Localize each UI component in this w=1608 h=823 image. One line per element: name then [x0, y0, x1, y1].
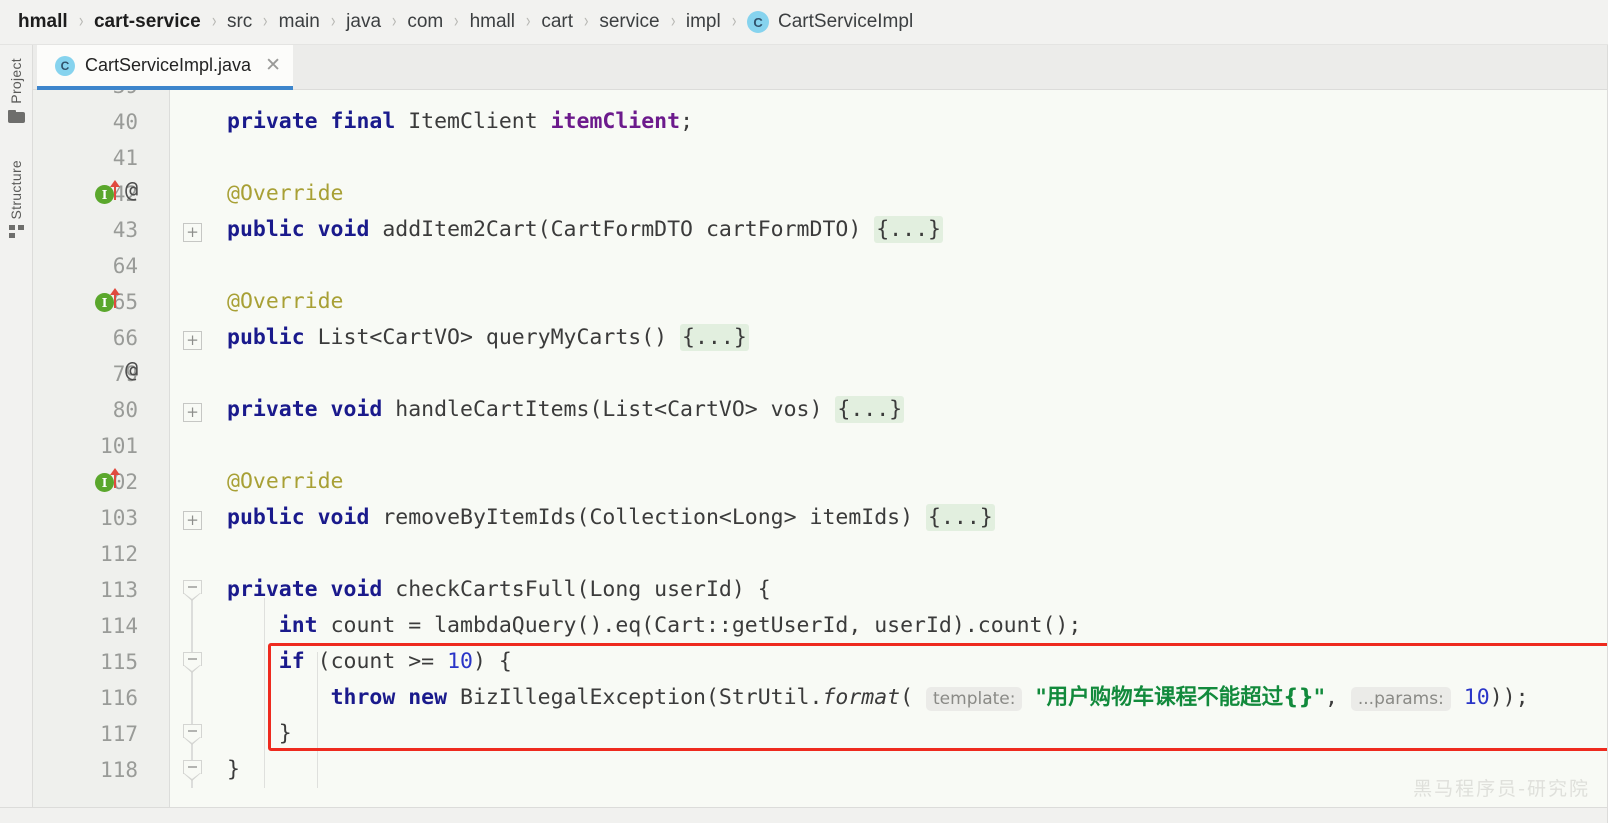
breadcrumb-separator-icon: ›: [263, 11, 268, 32]
line-number: 40: [112, 110, 138, 134]
line-number: 118: [100, 758, 138, 782]
code-text-area[interactable]: private final ItemClient itemClient; @Ov…: [227, 90, 1608, 807]
string-literal: "用户购物车课程不能超过{}": [1035, 685, 1325, 710]
breadcrumb-separator-icon: ›: [211, 11, 217, 32]
line-number: 43: [112, 218, 138, 242]
code-line-43: public void addItem2Cart(CartFormDTO car…: [227, 216, 943, 243]
line-number: 64: [112, 254, 138, 278]
line-number: 42: [112, 182, 138, 206]
line-number: 41: [112, 146, 138, 170]
line-number: 112: [100, 542, 138, 566]
code-line-113: private void checkCartsFull(Long userId)…: [227, 577, 771, 602]
line-number: 117: [100, 722, 138, 746]
breadcrumb-item-hmall-pkg[interactable]: hmall: [470, 0, 515, 45]
folded-code-placeholder[interactable]: {...}: [874, 216, 943, 243]
inlay-hint-template: template:: [926, 687, 1023, 711]
fold-collapse-marker[interactable]: [183, 760, 202, 781]
line-number: 113: [100, 578, 138, 602]
breadcrumb-item-src[interactable]: src: [227, 0, 252, 45]
breadcrumb-item-cart-service[interactable]: cart-service: [94, 0, 201, 45]
status-bar: [0, 807, 1608, 823]
editor-tab-strip: C CartServiceImpl.java ✕: [33, 45, 1608, 90]
breadcrumb-separator-icon: ›: [670, 11, 675, 32]
line-number: 66: [112, 326, 138, 350]
implemented-method-icon[interactable]: I: [95, 185, 114, 204]
implemented-method-icon[interactable]: I: [95, 473, 114, 492]
close-icon[interactable]: ✕: [265, 56, 281, 75]
idea-window: hmall › cart-service › src › main › java…: [0, 0, 1608, 823]
code-line-40: private final ItemClient itemClient;: [227, 109, 694, 134]
line-number: 114: [100, 614, 138, 638]
code-line-102: @Override: [227, 469, 344, 494]
breadcrumb-separator-icon: ›: [78, 11, 84, 32]
breadcrumb-separator-icon: ›: [330, 11, 336, 32]
fold-collapse-marker[interactable]: [183, 724, 202, 745]
folder-icon: [7, 109, 25, 123]
line-number: 115: [100, 650, 138, 674]
breadcrumb-item-service[interactable]: service: [599, 0, 659, 45]
fold-expand-box[interactable]: +: [183, 223, 202, 242]
watermark: 黑马程序员-研究院: [1413, 778, 1590, 800]
code-line-115: if (count >= 10) {: [278, 649, 512, 674]
fold-expand-box[interactable]: +: [183, 511, 202, 530]
tab-cartserviceimpl-java[interactable]: C CartServiceImpl.java ✕: [37, 45, 293, 90]
code-editor[interactable]: 39 40 41 42 43 64 65 66 79 80 101 102 10…: [33, 90, 1608, 807]
breadcrumb-separator-icon: ›: [525, 11, 531, 32]
breadcrumb-item-com[interactable]: com: [407, 0, 443, 45]
folded-code-placeholder[interactable]: {...}: [835, 396, 905, 423]
java-class-icon: C: [55, 55, 75, 76]
breadcrumb-item-label: CartServiceImpl: [778, 11, 914, 32]
class-icon: C: [747, 11, 770, 33]
code-line-116: throw new BizIllegalException(StrUtil.fo…: [330, 685, 1529, 711]
breadcrumb-item-hmall[interactable]: hmall: [18, 0, 68, 45]
inlay-hint-params: ...params:: [1350, 687, 1451, 711]
breadcrumb: hmall › cart-service › src › main › java…: [0, 0, 1608, 45]
breadcrumb-separator-icon: ›: [731, 11, 737, 32]
line-number: 116: [100, 686, 138, 710]
breadcrumb-item-java[interactable]: java: [346, 0, 381, 45]
project-tool-label: Project: [8, 58, 24, 104]
structure-tool-label: Structure: [8, 159, 24, 220]
left-tool-window-bar: Project Structure: [0, 45, 33, 823]
breadcrumb-item-cartserviceimpl[interactable]: C CartServiceImpl: [747, 0, 913, 45]
annotation-at-icon: @: [125, 178, 139, 203]
line-number: 39: [33, 90, 138, 104]
line-number: 103: [100, 506, 138, 530]
editor-gutter[interactable]: 39 40 41 42 43 64 65 66 79 80 101 102 10…: [33, 90, 170, 807]
code-line-118: }: [227, 757, 240, 782]
sidebar-item-project[interactable]: Project: [7, 53, 25, 125]
sidebar-item-structure[interactable]: Structure: [8, 155, 24, 241]
code-line-65: @Override: [227, 289, 344, 314]
line-number: 102: [100, 470, 138, 494]
tab-label: CartServiceImpl.java: [85, 55, 252, 75]
structure-icon: [8, 225, 24, 239]
max-items-literal: 10: [1463, 685, 1490, 710]
editor-fold-column[interactable]: + + + +: [170, 90, 227, 807]
fold-expand-box[interactable]: +: [183, 331, 202, 350]
implemented-method-icon[interactable]: I: [95, 293, 114, 312]
breadcrumb-separator-icon: ›: [583, 11, 589, 32]
code-line-117: }: [227, 721, 292, 746]
fold-collapse-marker[interactable]: [183, 652, 202, 673]
code-line-80: private void handleCartItems(List<CartVO…: [227, 396, 905, 423]
annotation-at-icon: @: [125, 358, 139, 383]
fold-expand-box[interactable]: +: [183, 403, 202, 422]
line-number: 80: [112, 398, 138, 422]
line-number: 65: [112, 290, 138, 314]
line-number: 79: [112, 362, 138, 386]
code-line-103: public void removeByItemIds(Collection<L…: [227, 504, 995, 531]
breadcrumb-separator-icon: ›: [391, 11, 397, 32]
folded-code-placeholder[interactable]: {...}: [926, 504, 995, 531]
folded-code-placeholder[interactable]: {...}: [680, 324, 749, 351]
code-line-114: int count = lambdaQuery().eq(Cart::getUs…: [278, 613, 1082, 638]
code-line-42: @Override: [227, 181, 344, 206]
line-number: 101: [100, 434, 138, 458]
breadcrumb-item-cart[interactable]: cart: [541, 0, 573, 45]
fold-collapse-marker[interactable]: [183, 580, 202, 601]
breadcrumb-item-main[interactable]: main: [279, 0, 320, 45]
breadcrumb-separator-icon: ›: [454, 11, 459, 32]
breadcrumb-item-impl[interactable]: impl: [686, 0, 721, 45]
code-line-66: public List<CartVO> queryMyCarts() {...}: [227, 324, 749, 351]
